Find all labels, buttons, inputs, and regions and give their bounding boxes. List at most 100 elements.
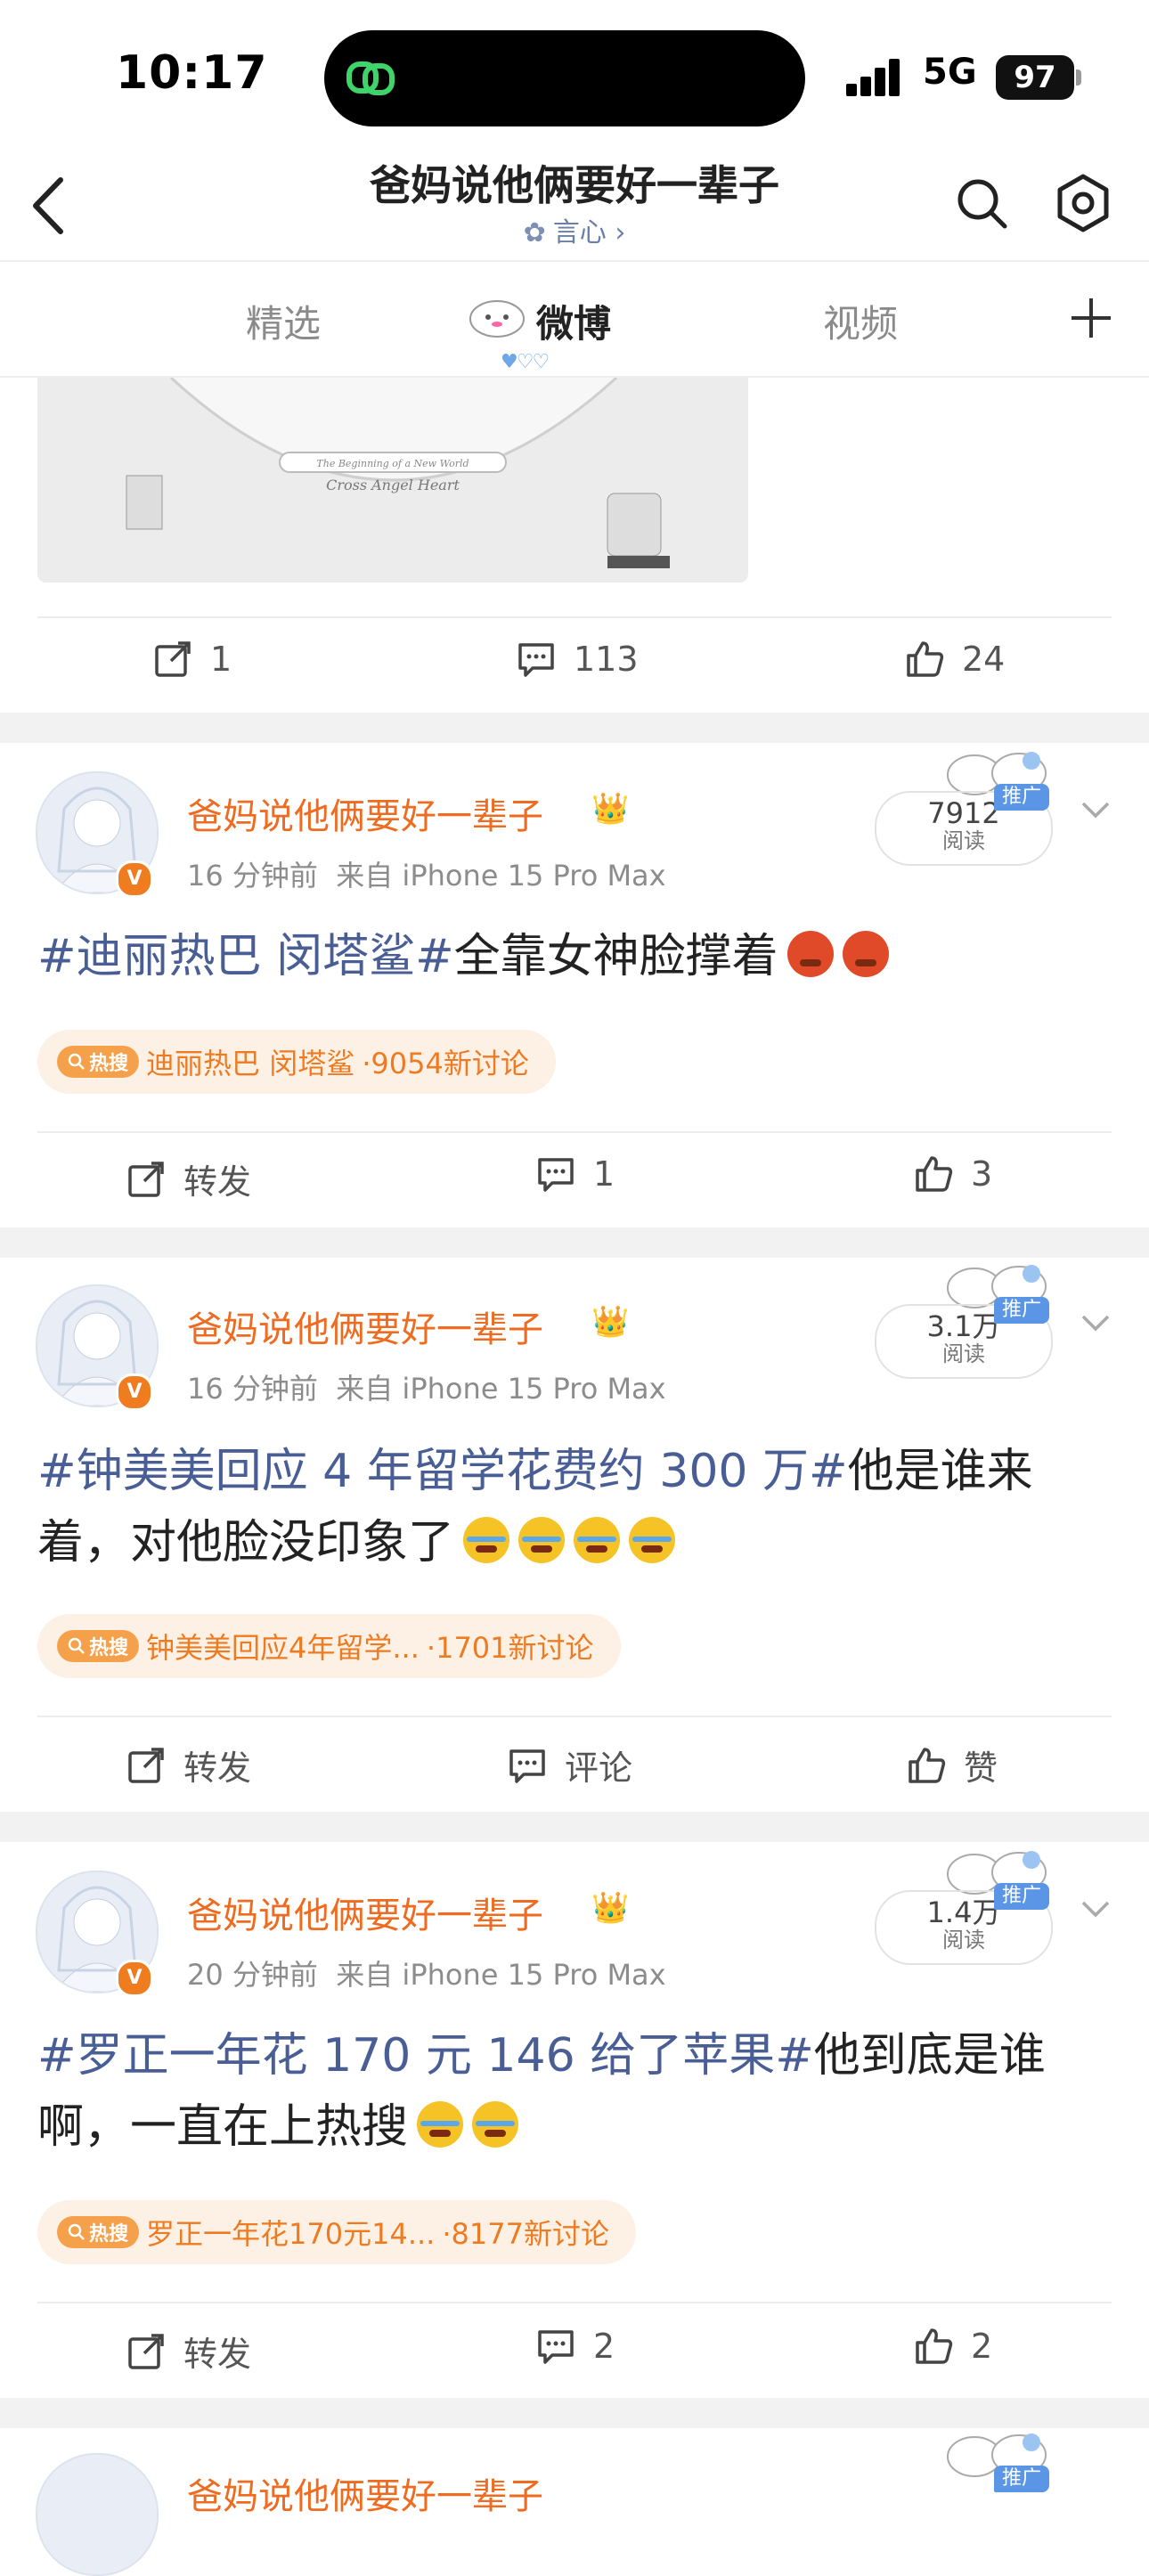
hot-search-bar[interactable]: 热搜 迪丽热巴 闵塔鲨 ·9054新讨论: [37, 1030, 556, 1094]
repost-label: 转发: [183, 1162, 252, 1202]
angry-emoji-icon: [842, 931, 889, 977]
chevron-down-icon[interactable]: [1078, 791, 1113, 827]
link-app-icon: [346, 61, 395, 95]
chevron-down-icon[interactable]: [1078, 1890, 1113, 1926]
mascot-icon: [469, 300, 525, 338]
search-icon: [68, 1637, 85, 1654]
repost-icon: [128, 1161, 164, 1197]
angry-emoji-icon: [786, 931, 834, 977]
post-time: 16 分钟前: [187, 1372, 318, 1406]
repost-button[interactable]: 转发: [126, 2327, 251, 2376]
hot-topic: 罗正一年花170元14...: [146, 2217, 436, 2251]
tab-weibo[interactable]: 微博: [536, 294, 611, 348]
hot-topic: 迪丽热巴 闵塔鲨: [146, 1047, 355, 1080]
tab-active-indicator: ♥♡♡: [501, 351, 550, 373]
username[interactable]: 爸妈说他俩要好一辈子: [187, 1300, 543, 1352]
hot-search-bar[interactable]: 热搜 罗正一年花170元14... ·8177新讨论: [37, 2200, 636, 2264]
post-meta: 16 分钟前 来自 iPhone 15 Pro Max: [187, 1366, 666, 1407]
post-divider: [37, 2302, 1112, 2303]
hashtag-link[interactable]: #罗正一年花 170 元 146 给了苹果#: [37, 2029, 814, 2083]
repost-button[interactable]: 转发: [126, 1740, 251, 1789]
username[interactable]: 爸妈说他俩要好一辈子: [187, 787, 543, 839]
comment-button[interactable]: 113: [517, 640, 639, 679]
hot-discussion-count: ·9054新讨论: [362, 1047, 529, 1080]
crown-icon: 👑: [591, 791, 630, 827]
like-button[interactable]: 24: [905, 640, 1005, 679]
hot-discussion-count: ·8177新讨论: [442, 2217, 609, 2251]
post-source: 来自 iPhone 15 Pro Max: [336, 1372, 666, 1406]
comment-count: 2: [593, 2327, 615, 2366]
laugh-cry-emoji-icon: [574, 1517, 621, 1563]
like-count: 24: [962, 640, 1006, 679]
avatar[interactable]: [36, 2453, 159, 2576]
like-icon: [907, 641, 944, 677]
like-count: 3: [971, 1154, 993, 1194]
hashtag-link[interactable]: #迪丽热巴 闵塔鲨#: [37, 930, 454, 983]
post-content[interactable]: #罗正一年花 170 元 146 给了苹果#他到底是谁啊，一直在上热搜: [37, 2020, 1115, 2163]
post-source: 来自 iPhone 15 Pro Max: [336, 859, 666, 893]
chevron-down-icon[interactable]: [1078, 1304, 1113, 1340]
like-count: 2: [971, 2327, 993, 2366]
crying-emoji-icon: [417, 2101, 464, 2148]
read-label: 阅读: [942, 1341, 985, 1366]
username[interactable]: 爸妈说他俩要好一辈子: [187, 1887, 543, 1938]
read-label: 阅读: [942, 828, 985, 853]
username[interactable]: 爸妈说他俩要好一辈子: [187, 2467, 543, 2519]
battery-cap: [1076, 69, 1081, 86]
laugh-cry-emoji-icon: [518, 1517, 566, 1563]
image-caption: Cross Angel Heart: [326, 477, 460, 493]
comment-count: 113: [574, 640, 639, 679]
repost-button[interactable]: 转发: [126, 1154, 251, 1203]
tab-video[interactable]: 视频: [823, 294, 898, 348]
add-tab-icon[interactable]: [1069, 296, 1113, 340]
post-content[interactable]: #迪丽热巴 闵塔鲨#全靠女神脸撑着: [37, 921, 1115, 992]
like-button[interactable]: 2: [914, 2327, 992, 2366]
promo-badge: 推广: [994, 2466, 1049, 2492]
hashtag-link[interactable]: #钟美美回应 4 年留学花费约 300 万#: [37, 1445, 848, 1498]
comment-button[interactable]: 2: [536, 2327, 615, 2366]
post-meta: 16 分钟前 来自 iPhone 15 Pro Max: [187, 853, 666, 894]
like-button[interactable]: 3: [914, 1154, 992, 1194]
post-content[interactable]: #钟美美回应 4 年留学花费约 300 万#他是谁来着，对他脸没印象了: [37, 1436, 1115, 1578]
laugh-cry-emoji-icon: [629, 1517, 676, 1563]
hot-search-bar[interactable]: 热搜 钟美美回应4年留学... ·1701新讨论: [37, 1614, 621, 1678]
post-divider: [37, 1131, 1112, 1133]
promo-badge: 推广: [994, 1883, 1049, 1910]
feed-gap: [0, 2398, 1149, 2428]
post-image[interactable]: Cross Angel Heart The Beginning of a New…: [37, 378, 748, 583]
repost-icon: [155, 641, 191, 677]
search-icon[interactable]: [953, 175, 1010, 232]
clover-icon: ✿: [523, 217, 546, 249]
post-time: 20 分钟前: [187, 1958, 318, 1992]
like-icon: [909, 1747, 946, 1783]
repost-button[interactable]: 1: [153, 640, 232, 679]
repost-label: 转发: [183, 2335, 252, 2374]
dynamic-island: [324, 30, 805, 126]
repost-count: 1: [210, 640, 232, 679]
like-label: 赞: [964, 1749, 998, 1788]
laugh-cry-emoji-icon: [463, 1517, 510, 1563]
post-meta: 20 分钟前 来自 iPhone 15 Pro Max: [187, 1952, 666, 1993]
image-artwork: Cross Angel Heart The Beginning of a New…: [37, 378, 748, 583]
comment-button[interactable]: 1: [536, 1154, 615, 1194]
verified-badge: V: [116, 1960, 153, 1997]
like-icon: [916, 1156, 953, 1192]
verified-badge: V: [116, 1374, 153, 1411]
like-button[interactable]: 赞: [907, 1740, 998, 1789]
tab-featured[interactable]: 精选: [246, 294, 321, 348]
gear-icon[interactable]: [1053, 173, 1113, 233]
hot-discussion-count: ·1701新讨论: [426, 1631, 594, 1665]
hot-search-label: 热搜: [89, 2223, 129, 2246]
verified-badge: V: [116, 860, 153, 898]
comment-button[interactable]: 评论: [508, 1740, 632, 1789]
comment-icon: [538, 2330, 574, 2364]
status-time: 10:17: [116, 46, 268, 100]
like-icon: [916, 2328, 953, 2364]
crown-icon: 👑: [591, 1890, 630, 1926]
search-icon: [68, 1053, 85, 1070]
hot-search-badge: 热搜: [57, 2216, 140, 2248]
post-divider: [37, 616, 1112, 618]
post-source: 来自 iPhone 15 Pro Max: [336, 1958, 666, 1992]
comment-icon: [518, 643, 554, 677]
hot-search-badge: 热搜: [57, 1630, 140, 1662]
